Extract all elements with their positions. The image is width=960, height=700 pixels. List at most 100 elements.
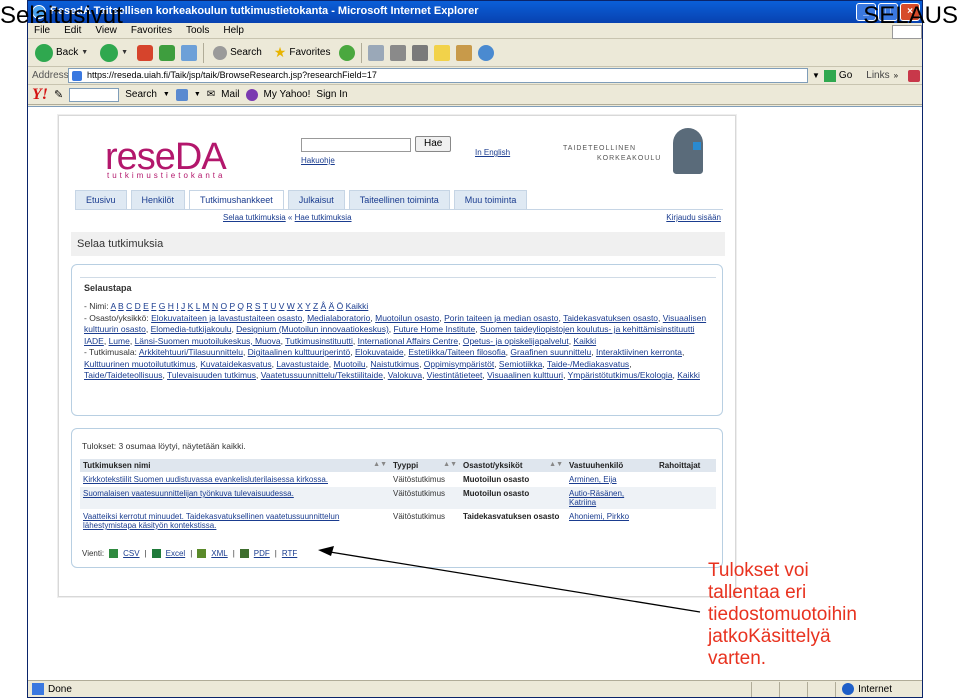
favorites-button[interactable]: ★ Favorites	[271, 42, 334, 63]
letter-link[interactable]: R	[246, 301, 252, 311]
sort-icon[interactable]: ▲▼	[443, 461, 457, 468]
letter-link[interactable]: G	[159, 301, 166, 311]
column-header-type[interactable]: Tyyppi ▲▼	[390, 459, 460, 473]
column-header-funder[interactable]: Rahoittajat	[656, 459, 716, 473]
letter-link[interactable]: Z	[313, 301, 318, 311]
field-link[interactable]: Taide/Taideteollisuus	[84, 370, 162, 380]
research-name-link[interactable]: Suomalaisen vaatesuunnittelijan työnkuva…	[80, 486, 390, 510]
print-icon[interactable]	[390, 44, 407, 61]
export-excel-link[interactable]: Excel	[166, 549, 186, 558]
letter-link[interactable]: Å	[321, 301, 327, 311]
field-link[interactable]: Valokuva	[388, 370, 422, 380]
field-link[interactable]: Taide-/Mediakasvatus	[547, 359, 629, 369]
field-link[interactable]: Ympäristötutkimus/Ekologia	[568, 370, 673, 380]
letter-link[interactable]: P	[229, 301, 235, 311]
department-link[interactable]: Taidekasvatuksen osasto	[563, 313, 658, 323]
letter-link[interactable]: S	[255, 301, 261, 311]
letter-link[interactable]: U	[270, 301, 276, 311]
messenger-icon[interactable]	[478, 44, 495, 61]
column-header-name[interactable]: Tutkimuksen nimi ▲▼	[80, 459, 390, 473]
discuss-icon[interactable]	[434, 44, 451, 61]
field-link[interactable]: Graafinen suunnittelu	[510, 347, 591, 357]
person-link[interactable]: Arminen, Eija	[566, 472, 656, 487]
person-link[interactable]: Ahoniemi, Pirkko	[566, 509, 656, 532]
search-help-link[interactable]: Hakuohje	[301, 156, 335, 165]
dropdown-arrow-icon[interactable]: ▼	[194, 91, 201, 98]
field-link[interactable]: Semiotiikka	[499, 359, 542, 369]
search-input[interactable]	[301, 138, 411, 152]
letter-link[interactable]: A	[110, 301, 115, 311]
field-link[interactable]: Vaatetussuunnittelu/Tekstiilitaide	[261, 370, 383, 380]
research-name-link[interactable]: Kirkkotekstiilit Suomen uudistuvassa eva…	[80, 472, 390, 487]
field-link[interactable]: Visuaalinen kulttuuri	[487, 370, 563, 380]
export-xml-link[interactable]: XML	[211, 549, 227, 558]
sort-icon[interactable]: ▲▼	[373, 461, 387, 468]
my-yahoo-link[interactable]: My Yahoo!	[264, 89, 311, 100]
department-link[interactable]: Medialaboratorio	[307, 313, 370, 323]
tab-etusivu[interactable]: Etusivu	[75, 190, 127, 209]
subnav-search-link[interactable]: Hae tutkimuksia	[295, 213, 352, 222]
mail-icon[interactable]	[368, 44, 385, 61]
letter-link[interactable]: M	[202, 301, 209, 311]
yahoo-search-button[interactable]: Search	[125, 89, 157, 100]
links-label[interactable]: Links	[866, 70, 889, 81]
field-link[interactable]: Lavastustaide	[276, 359, 328, 369]
go-button[interactable]: Go	[823, 69, 852, 82]
department-link[interactable]: Opetus- ja opiskelijapalvelut	[463, 336, 569, 346]
menu-help[interactable]: Help	[221, 25, 246, 38]
search-button[interactable]: Search	[210, 44, 265, 62]
field-link[interactable]: Kaikki	[677, 370, 700, 380]
column-header-dept[interactable]: Osastot/yksiköt ▲▼	[460, 459, 566, 473]
refresh-icon[interactable]	[159, 44, 176, 61]
department-link[interactable]: Designium (Muotoilun innovaatiokeskus)	[236, 324, 389, 334]
letter-link[interactable]: N	[212, 301, 218, 311]
forward-button[interactable]: ▼	[97, 42, 131, 64]
letter-link[interactable]: T	[263, 301, 268, 311]
links-chevron-icon[interactable]: »	[894, 71, 898, 80]
department-link[interactable]: International Affairs Centre	[358, 336, 459, 346]
letter-link[interactable]: Kaikki	[346, 301, 369, 311]
column-header-person[interactable]: Vastuuhenkilö	[566, 459, 656, 473]
research-name-link[interactable]: Vaatteiksi kerrotut minuudet. Taidekasva…	[80, 509, 390, 532]
yahoo-logo[interactable]: Y!	[32, 86, 48, 104]
tab-julkaisut[interactable]: Julkaisut	[287, 190, 345, 209]
yahoo-mail-link[interactable]: Mail	[221, 89, 239, 100]
field-link[interactable]: Muotoilu	[334, 359, 366, 369]
pencil-icon[interactable]: ✎	[54, 88, 63, 101]
subnav-browse-link[interactable]: Selaa tutkimuksia	[223, 213, 286, 222]
letter-link[interactable]: K	[188, 301, 194, 311]
department-link[interactable]: Elomedia-tutkijakoulu	[151, 324, 232, 334]
department-link[interactable]: Future Home Institute	[394, 324, 476, 334]
letter-link[interactable]: C	[126, 301, 132, 311]
addon-icon[interactable]	[908, 69, 921, 82]
history-icon[interactable]	[339, 44, 356, 61]
tab-taiteellinen-toiminta[interactable]: Taiteellinen toiminta	[348, 190, 450, 209]
field-link[interactable]: Digitaalinen kulttuuriperintö	[248, 347, 351, 357]
sign-in-link[interactable]: Sign In	[316, 89, 347, 100]
field-link[interactable]: Estetiikka/Taiteen filosofia	[408, 347, 505, 357]
letter-link[interactable]: X	[297, 301, 303, 311]
search-button[interactable]: Hae	[415, 136, 452, 152]
letter-link[interactable]: Q	[237, 301, 244, 311]
export-rtf-link[interactable]: RTF	[282, 549, 297, 558]
field-link[interactable]: Kuvataidekasvatus	[200, 359, 271, 369]
letter-link[interactable]: F	[151, 301, 156, 311]
letter-link[interactable]: W	[287, 301, 295, 311]
menu-favorites[interactable]: Favorites	[129, 25, 174, 38]
field-link[interactable]: Elokuvataide	[355, 347, 404, 357]
letter-link[interactable]: B	[118, 301, 124, 311]
department-link[interactable]: Porin taiteen ja median osasto	[444, 313, 558, 323]
menu-tools[interactable]: Tools	[184, 25, 211, 38]
export-csv-link[interactable]: CSV	[123, 549, 139, 558]
person-link[interactable]: Autio-Räsänen, Katriina	[566, 486, 656, 510]
department-link[interactable]: Elokuvataiteen ja lavastustaiteen osasto	[151, 313, 302, 323]
letter-link[interactable]: D	[135, 301, 141, 311]
department-link[interactable]: Tutkimusinstituutti	[285, 336, 353, 346]
letter-link[interactable]: Ä	[329, 301, 335, 311]
letter-link[interactable]: Y	[305, 301, 311, 311]
edit-icon[interactable]	[412, 44, 429, 61]
letter-link[interactable]: V	[279, 301, 285, 311]
department-link[interactable]: Lume	[109, 336, 130, 346]
field-link[interactable]: Interaktiivinen kerronta	[596, 347, 682, 357]
letter-link[interactable]: J	[181, 301, 185, 311]
